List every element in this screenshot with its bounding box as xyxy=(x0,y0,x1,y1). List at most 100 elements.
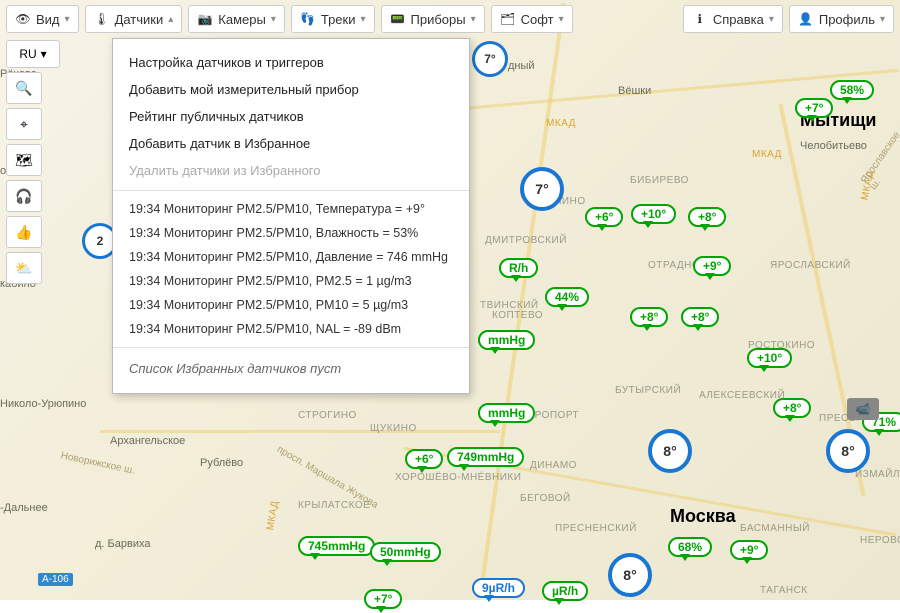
chevron-down-icon: ▾ xyxy=(880,14,885,25)
view-menu-button[interactable]: 👁Вид▾ xyxy=(6,5,79,33)
sensor-log-line: 19:34 Мониторинг PM2.5/PM10, Температура… xyxy=(113,197,469,221)
sensor-circle[interactable]: 7° xyxy=(472,41,508,77)
dropdown-item-remove-favorite: Удалить датчики из Избранного xyxy=(113,157,469,184)
menu-label: Вид xyxy=(36,12,60,27)
search-button[interactable]: 🔍 xyxy=(6,72,42,104)
sensors-menu-button[interactable]: 🌡Датчики▴ xyxy=(85,5,183,33)
menu-label: Софт xyxy=(521,12,554,27)
sensor-pill[interactable]: 745mmHg xyxy=(298,536,375,556)
area-tvinskiy: ТВИНСКИЙ xyxy=(480,300,539,311)
locate-button[interactable]: ⌖ xyxy=(6,108,42,140)
area-strogino: СТРОГИНО xyxy=(298,410,357,421)
road-zhukova: просп. Маршала Жукова xyxy=(275,444,380,511)
separator xyxy=(113,347,469,348)
soft-menu-button[interactable]: 🗂 Софт ▾ xyxy=(491,5,573,33)
weather-icon: ⛅ xyxy=(15,260,32,277)
area-dmitrov: ДМИТРОВСКИЙ xyxy=(485,235,567,246)
chevron-down-icon: ▾ xyxy=(41,47,47,61)
place-rublevo: Рублёво xyxy=(200,457,243,469)
profile-menu-button[interactable]: 👤Профиль▾ xyxy=(789,5,894,33)
stack-icon: 🗂 xyxy=(500,11,516,27)
road-novorizh: Новорижское ш. xyxy=(60,450,136,476)
target-icon: ⌖ xyxy=(20,116,28,133)
sensors-dropdown: Настройка датчиков и триггеров Добавить … xyxy=(112,38,470,394)
thermometer-icon: 🌡 xyxy=(94,11,110,27)
device-icon: 📟 xyxy=(390,11,406,27)
language-selector[interactable]: RU▾ xyxy=(6,40,60,68)
sensor-pill[interactable]: +9° xyxy=(730,540,768,560)
sensor-circle[interactable]: 8° xyxy=(826,429,870,473)
menu-label: Треки xyxy=(321,12,356,27)
sensor-pill[interactable]: 50mmHg xyxy=(370,542,441,562)
chevron-down-icon: ▾ xyxy=(559,14,564,25)
sensor-pill[interactable]: 9µR/h xyxy=(472,578,525,598)
sensor-pill[interactable]: 44% xyxy=(545,287,589,307)
sensor-pill[interactable]: +6° xyxy=(585,207,623,227)
label-mkad2: МКАД xyxy=(546,118,576,129)
top-toolbar: 👁Вид▾ 🌡Датчики▴ 📷Камеры▾ 👣Треки▾ 📟Прибор… xyxy=(6,5,894,33)
area-krylat: КРЫЛАТСКОЕ xyxy=(298,500,370,511)
sensor-pill[interactable]: mmHg xyxy=(478,403,535,423)
label-mkad4: МКАД xyxy=(859,170,876,202)
sensor-pill[interactable]: +8° xyxy=(688,207,726,227)
devices-menu-button[interactable]: 📟Приборы▾ xyxy=(381,5,485,33)
separator xyxy=(113,190,469,191)
camera-marker[interactable]: 📹 xyxy=(847,398,879,420)
sensor-pill[interactable]: +6° xyxy=(405,449,443,469)
place-dalnee: -Дальнее xyxy=(0,502,48,514)
sensor-pill[interactable]: +10° xyxy=(747,348,792,368)
area-mnevniki: ХОРОШЁВО-МНЁВНИКИ xyxy=(395,472,521,483)
chevron-down-icon: ▾ xyxy=(471,14,476,25)
dropdown-item-configure[interactable]: Настройка датчиков и триггеров xyxy=(113,49,469,76)
area-nerovo: НЕРОВО xyxy=(860,535,900,546)
area-tagan: ТАГАНСК xyxy=(760,585,808,596)
place-arkh: Архангельское xyxy=(110,435,185,447)
area-begovoy: БЕГОВОЙ xyxy=(520,493,571,504)
sensor-pill[interactable]: µR/h xyxy=(542,581,588,601)
sensor-pill[interactable]: +7° xyxy=(364,589,402,609)
sensor-circle[interactable]: 8° xyxy=(648,429,692,473)
sensor-pill[interactable]: +7° xyxy=(795,98,833,118)
weather-button[interactable]: ⛅ xyxy=(6,252,42,284)
place-chelobit: Челобитьево xyxy=(800,140,867,152)
dropdown-item-rating[interactable]: Рейтинг публичных датчиков xyxy=(113,103,469,130)
sensor-pill[interactable]: +8° xyxy=(630,307,668,327)
area-butyr: БУТЫРСКИЙ xyxy=(615,385,681,396)
sensor-pill[interactable]: +8° xyxy=(681,307,719,327)
info-icon: ℹ xyxy=(692,11,708,27)
road-shield-a106: А-106 xyxy=(38,573,73,586)
sensor-pill[interactable]: +9° xyxy=(693,256,731,276)
cameras-menu-button[interactable]: 📷Камеры▾ xyxy=(188,5,285,33)
dropdown-item-add-device[interactable]: Добавить мой измерительный прибор xyxy=(113,76,469,103)
road-yarosh: Ярославское ш. xyxy=(859,130,900,192)
sensor-pill[interactable]: mmHg xyxy=(478,330,535,350)
place-barvikha: д. Барвиха xyxy=(95,538,150,550)
sensor-circle[interactable]: 8° xyxy=(608,553,652,597)
tracks-menu-button[interactable]: 👣 Треки ▾ xyxy=(291,5,375,33)
sensor-pill[interactable]: +10° xyxy=(631,204,676,224)
layers-button[interactable]: 🗺 xyxy=(6,144,42,176)
place-dny: дный xyxy=(508,60,535,72)
support-button[interactable]: 🎧 xyxy=(6,180,42,212)
magnifier-icon: 🔍 xyxy=(15,80,32,97)
label-mkad1: МКАД xyxy=(752,149,782,160)
area-yarosl: ЯРОСЛАВСКИЙ xyxy=(770,260,851,271)
area-basman: БАСМАННЫЙ xyxy=(740,523,810,534)
sensor-pill[interactable]: 68% xyxy=(668,537,712,557)
help-menu-button[interactable]: ℹСправка▾ xyxy=(683,5,783,33)
chevron-up-icon: ▴ xyxy=(168,14,173,25)
sensor-pill[interactable]: R/h xyxy=(499,258,538,278)
sensor-circle[interactable]: 7° xyxy=(520,167,564,211)
sensor-pill[interactable]: 58% xyxy=(830,80,874,100)
sensor-pill[interactable]: 749mmHg xyxy=(447,447,524,467)
user-icon: 👤 xyxy=(798,11,814,27)
like-button[interactable]: 👍 xyxy=(6,216,42,248)
footprints-icon: 👣 xyxy=(300,11,316,27)
chevron-down-icon: ▾ xyxy=(360,14,365,25)
chevron-down-icon: ▾ xyxy=(65,14,70,25)
sensor-pill[interactable]: +8° xyxy=(773,398,811,418)
dropdown-item-add-favorite[interactable]: Добавить датчик в Избранное xyxy=(113,130,469,157)
sensor-log-line: 19:34 Мониторинг PM2.5/PM10, Давление = … xyxy=(113,245,469,269)
menu-label: Справка xyxy=(713,12,764,27)
sensor-log-line: 19:34 Мониторинг PM2.5/PM10, PM2.5 = 1 µ… xyxy=(113,269,469,293)
